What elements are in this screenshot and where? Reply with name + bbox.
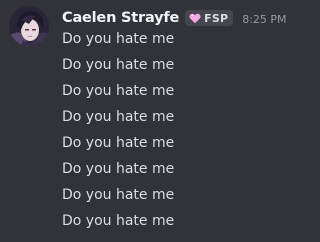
message-line: Do you hate me — [62, 109, 175, 125]
message-line: Do you hate me — [62, 213, 175, 229]
message-timestamp: 8:25 PM — [242, 12, 287, 26]
heart-icon — [189, 13, 201, 23]
message-line: Do you hate me — [62, 161, 175, 177]
message-line: Do you hate me — [62, 31, 175, 47]
avatar-image — [9, 6, 49, 46]
message-line: Do you hate me — [62, 83, 175, 99]
server-tag[interactable]: FSP — [185, 10, 234, 26]
author-username[interactable]: Caelen Strayfe — [62, 10, 179, 26]
message-group: Caelen Strayfe FSP 8:25 PM Do you hate m… — [0, 0, 287, 242]
tag-label: FSP — [204, 11, 229, 25]
message-line: Do you hate me — [62, 187, 175, 203]
message-line: Do you hate me — [62, 135, 175, 151]
message-content: Do you hate me Do you hate me Do you hat… — [62, 26, 174, 234]
message-line: Do you hate me — [62, 57, 175, 73]
avatar[interactable] — [9, 6, 49, 46]
